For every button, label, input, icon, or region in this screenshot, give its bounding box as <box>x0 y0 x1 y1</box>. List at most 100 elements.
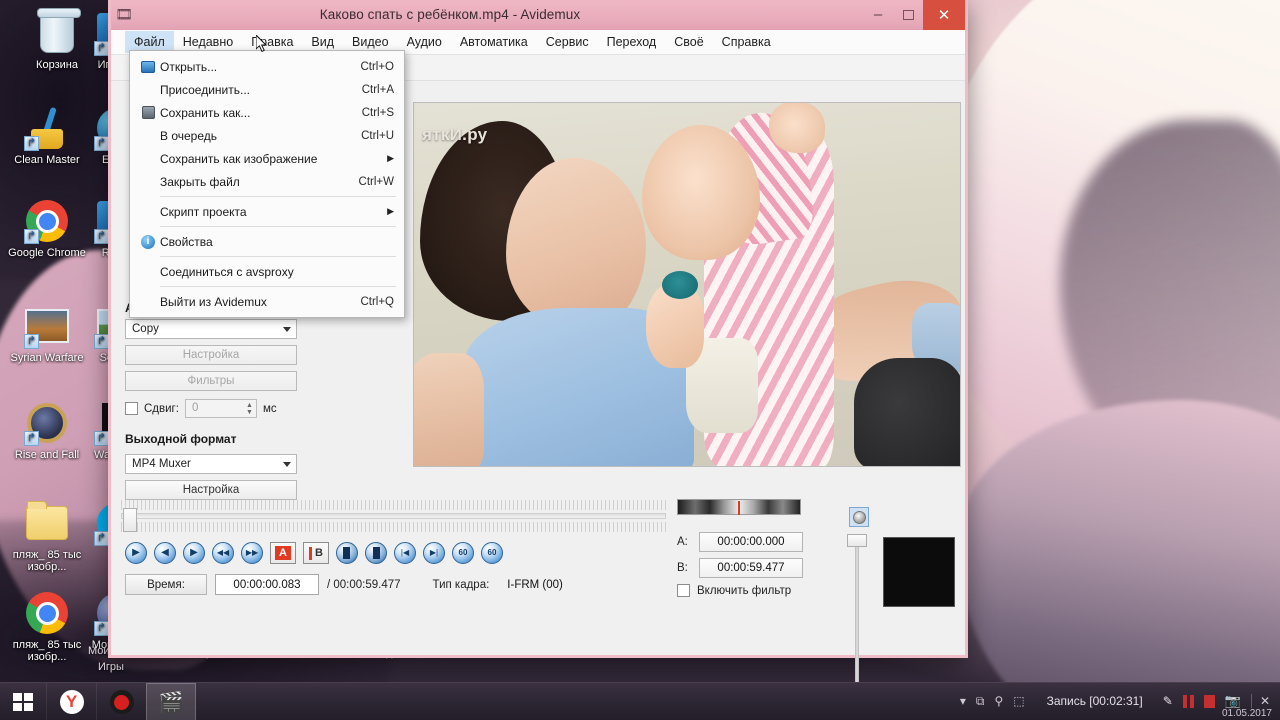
back-60-button[interactable]: 60 <box>452 542 474 564</box>
desktop-icon[interactable]: ↱ Google Chrome <box>8 198 86 259</box>
desktop-icon[interactable]: пляж_ 85 тыс изобр... <box>8 590 86 663</box>
previous-keyframe-button[interactable]: |◀ <box>394 542 416 564</box>
search-icon[interactable]: ⚲ <box>994 694 1003 708</box>
pause-icon[interactable] <box>1182 694 1194 708</box>
taskbar-avidemux[interactable]: 🎬 <box>146 683 196 720</box>
marker-a-field[interactable]: 00:00:00.000 <box>699 532 803 552</box>
close-icon[interactable]: ✕ <box>1250 694 1270 708</box>
navigation-strip[interactable] <box>677 499 801 515</box>
clapperboard-icon: 🎬 <box>158 691 184 714</box>
next-frame-button[interactable]: ▶ <box>183 542 205 564</box>
file-menu-item-0[interactable]: Открыть... Ctrl+O <box>130 55 404 78</box>
file-menu-item-9[interactable]: Выйти из Avidemux Ctrl+Q <box>130 290 404 313</box>
audio-configure-button[interactable]: Настройка <box>125 345 297 365</box>
desktop: Корзина❮↱Игр Min↱Clean Master↱EVER↱Googl… <box>0 0 1280 720</box>
file-menu-item-label: Соединиться с avsproxy <box>160 264 294 279</box>
file-menu-item-1[interactable]: Присоединить... Ctrl+A <box>130 78 404 101</box>
tray-date: 01.05.2017 <box>1221 708 1272 719</box>
menu-item-7[interactable]: Сервис <box>537 31 598 53</box>
menu-item-8[interactable]: Переход <box>598 31 666 53</box>
file-menu-item-8[interactable]: Соединиться с avsproxy <box>130 260 404 283</box>
menu-item-5[interactable]: Аудио <box>398 31 451 53</box>
desktop-icon[interactable]: ↱ Clean Master <box>8 105 86 166</box>
desktop-icon[interactable]: ↱ Rise and Fall <box>8 400 86 461</box>
desktop-icon-label: Rise and Fall <box>14 449 80 461</box>
windows-tray-icon[interactable]: ⧉ <box>976 694 985 709</box>
rewind-button[interactable]: ◀◀ <box>212 542 234 564</box>
play-button[interactable]: ▶ <box>125 542 147 564</box>
close-button[interactable]: ✕ <box>923 0 965 30</box>
menu-item-6[interactable]: Автоматика <box>451 31 537 53</box>
file-menu-dropdown[interactable]: Открыть... Ctrl+O Присоединить... Ctrl+A Сох… <box>129 50 405 318</box>
video-content <box>506 158 646 333</box>
desktop-icon[interactable]: ↱ Syrian Warfare <box>8 303 86 364</box>
video-preview[interactable]: яткИ.ру <box>413 102 961 467</box>
expand-tray-icon[interactable]: ▾ <box>960 694 966 708</box>
forward-button[interactable]: ▶▶ <box>241 542 263 564</box>
audio-shift-label: Сдвиг: <box>144 402 179 415</box>
file-menu-item-label: Присоединить... <box>160 82 251 97</box>
submenu-arrow-icon: ▶ <box>387 206 394 216</box>
timeline-handle[interactable] <box>123 508 137 532</box>
file-menu-item-3[interactable]: В очередь Ctrl+U <box>130 124 404 147</box>
minimize-button[interactable]: – <box>863 2 893 28</box>
audio-shift-checkbox[interactable] <box>125 402 138 415</box>
screen-icon[interactable]: ⬚ <box>1013 694 1024 708</box>
go-to-marker-b-button[interactable] <box>365 542 387 564</box>
muxer-select[interactable]: MP4 Muxer <box>125 454 297 474</box>
timeline-slider[interactable] <box>121 500 666 542</box>
next-keyframe-button[interactable]: ▶| <box>423 542 445 564</box>
taskbar-yandex-browser[interactable]: Y <box>46 683 96 720</box>
shortcut-arrow-icon: ↱ <box>24 431 39 446</box>
wallpaper-shape <box>930 0 1280 500</box>
time-button[interactable]: Время: <box>125 574 207 595</box>
audio-filters-button[interactable]: Фильтры <box>125 371 297 391</box>
forward-60-button[interactable]: 60 <box>481 542 503 564</box>
muxer-configure-button[interactable]: Настройка <box>125 480 297 500</box>
desktop-icon-label: пляж_ 85 тыс изобр... <box>12 639 82 663</box>
audio-codec-select[interactable]: Copy <box>125 319 297 339</box>
timeline-ticks-top <box>121 500 666 510</box>
yandex-icon: Y <box>59 690 84 714</box>
current-time-field[interactable]: 00:00:00.083 <box>215 574 319 595</box>
file-menu-item-6[interactable]: Скрипт проекта ▶ <box>130 200 404 223</box>
previous-frame-button[interactable]: ◀ <box>154 542 176 564</box>
info-icon: i <box>136 234 160 249</box>
volume-slider-track[interactable] <box>855 534 859 689</box>
shortcut-arrow-icon: ↱ <box>24 334 39 349</box>
stop-icon[interactable] <box>1203 694 1215 708</box>
desktop-icon[interactable]: пляж_ 85 тыс изобр... <box>8 500 86 573</box>
audio-shift-stepper[interactable]: 0 ▲ ▼ <box>184 399 257 418</box>
file-menu-item-5[interactable]: Закрыть файл Ctrl+W <box>130 170 404 193</box>
file-menu-item-7[interactable]: i Свойства <box>130 230 404 253</box>
menu-item-10[interactable]: Справка <box>713 31 780 53</box>
volume-slider-handle[interactable] <box>847 534 867 547</box>
wallpaper-shape <box>960 400 1280 720</box>
shortcut-arrow-icon: ↱ <box>94 41 109 56</box>
camera-icon[interactable]: 📷 <box>1225 693 1241 709</box>
marker-a-button[interactable]: A <box>270 542 296 564</box>
recording-status-label: Запись [00:02:31] <box>1046 694 1143 708</box>
go-to-marker-a-button[interactable] <box>336 542 358 564</box>
shortcut-arrow-icon: ↱ <box>94 229 109 244</box>
muxer-value: MP4 Muxer <box>132 458 191 470</box>
marker-b-glyph: B <box>315 547 323 559</box>
menu-separator <box>160 256 396 257</box>
marker-b-button[interactable]: B <box>303 542 329 564</box>
menu-item-9[interactable]: Своё <box>665 31 712 53</box>
window-title-bar[interactable]: 🎞 Каково спать с ребёнком.mp4 - Avidemux… <box>111 0 965 30</box>
spinner-arrows-icon[interactable]: ▲ ▼ <box>246 402 253 416</box>
taskbar-recorder[interactable] <box>96 683 146 720</box>
shortcut-arrow-icon: ↱ <box>94 531 109 546</box>
start-button[interactable] <box>0 683 46 720</box>
file-menu-item-4[interactable]: Сохранить как изображение ▶ <box>130 147 404 170</box>
enable-filter-checkbox[interactable] <box>677 584 690 597</box>
file-menu-item-label: Скрипт проекта <box>160 204 247 219</box>
jog-wheel-button[interactable] <box>849 507 869 527</box>
pencil-icon[interactable]: ✎ <box>1163 694 1173 708</box>
timeline-track[interactable] <box>121 513 666 519</box>
file-menu-item-2[interactable]: Сохранить как... Ctrl+S <box>130 101 404 124</box>
save-disk-icon <box>136 106 160 119</box>
marker-b-field[interactable]: 00:00:59.477 <box>699 558 803 578</box>
maximize-button[interactable] <box>893 2 923 28</box>
